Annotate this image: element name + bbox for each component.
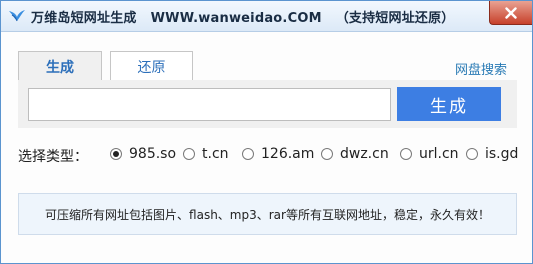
- radio-urlcn[interactable]: url.cn: [400, 146, 459, 162]
- title-note: （支持短网址还原）: [335, 11, 455, 26]
- radio-isgd[interactable]: is.gd: [466, 146, 518, 162]
- tab-restore[interactable]: 还原: [110, 51, 193, 81]
- close-icon: [505, 6, 517, 19]
- close-button[interactable]: [489, 1, 532, 25]
- app-window: 万维岛短网址生成 WWW.wanweidao.COM （支持短网址还原） 生成 还原…: [0, 0, 533, 264]
- radio-label: dwz.cn: [340, 146, 389, 162]
- bird-logo-icon: [8, 8, 26, 24]
- app-title: 万维岛短网址生成: [31, 11, 137, 26]
- radio-label: is.gd: [485, 146, 519, 162]
- info-text: 可压缩所有网址包括图片、flash、mp3、rar等所有互联网地址，稳定，永久有…: [45, 207, 490, 222]
- tab-generate[interactable]: 生成: [18, 51, 102, 81]
- radio-label: url.cn: [419, 146, 459, 162]
- url-input[interactable]: [28, 88, 391, 121]
- radio-label: t.cn: [202, 146, 229, 162]
- radio-dwzcn[interactable]: dwz.cn: [321, 146, 389, 162]
- radio-button[interactable]: [400, 148, 412, 160]
- generate-button[interactable]: 生成: [397, 87, 501, 121]
- window-title: 万维岛短网址生成 WWW.wanweidao.COM （支持短网址还原）: [31, 7, 455, 26]
- site-url: WWW.wanweidao.COM: [150, 11, 322, 26]
- radio-label: 985.so: [129, 146, 177, 162]
- radio-button[interactable]: [321, 148, 333, 160]
- radio-985so[interactable]: 985.so: [110, 146, 176, 162]
- pan-search-link[interactable]: 网盘搜索: [455, 59, 507, 78]
- title-bar[interactable]: 万维岛短网址生成 WWW.wanweidao.COM （支持短网址还原）: [1, 1, 532, 32]
- radio-button-checked[interactable]: [110, 148, 122, 160]
- radio-tcn[interactable]: t.cn: [183, 146, 229, 162]
- radio-label: 126.am: [261, 146, 315, 162]
- radio-button[interactable]: [242, 148, 254, 160]
- type-label: 选择类型：: [18, 149, 88, 165]
- radio-button[interactable]: [466, 148, 478, 160]
- radio-button[interactable]: [183, 148, 195, 160]
- radio-126am[interactable]: 126.am: [242, 146, 314, 162]
- info-box: 可压缩所有网址包括图片、flash、mp3、rar等所有互联网地址，稳定，永久有…: [18, 193, 517, 235]
